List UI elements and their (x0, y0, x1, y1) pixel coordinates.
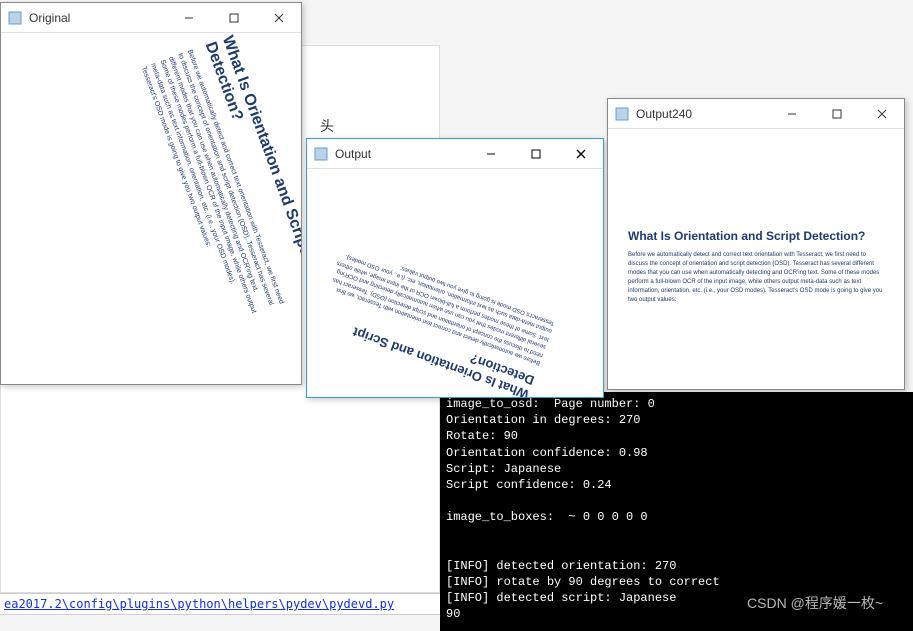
window-content-original: What Is Orientation and Script Detection… (1, 33, 301, 384)
window-content-output240: What Is Orientation and Script Detection… (608, 129, 904, 389)
titlebar-output[interactable]: Output (307, 139, 603, 169)
minimize-button[interactable] (166, 3, 211, 33)
close-button[interactable] (859, 99, 904, 129)
window-title: Output240 (636, 107, 769, 121)
maximize-button[interactable] (211, 3, 256, 33)
article-body: Before we automatically detect and corre… (628, 251, 884, 305)
window-title: Output (335, 147, 468, 161)
minimize-button[interactable] (468, 139, 513, 169)
article-heading: What Is Orientation and Script Detection… (628, 229, 884, 243)
window-icon (614, 106, 630, 122)
window-icon (7, 10, 23, 26)
titlebar-original[interactable]: Original (1, 3, 301, 33)
file-path-link[interactable]: ea2017.2\config\plugins\python\helpers\p… (0, 593, 440, 615)
window-content-output: What Is Orientation and Script Detection… (307, 169, 603, 397)
window-output240[interactable]: Output240 What Is Orientation and Script… (607, 98, 905, 390)
titlebar-output240[interactable]: Output240 (608, 99, 904, 129)
stray-glyph: 头 (320, 116, 334, 136)
window-output[interactable]: Output What Is Orientation and Script De… (306, 138, 604, 398)
window-original[interactable]: Original What Is Orientation and Script … (0, 2, 302, 385)
maximize-button[interactable] (814, 99, 859, 129)
minimize-button[interactable] (769, 99, 814, 129)
close-button[interactable] (256, 3, 301, 33)
maximize-button[interactable] (513, 139, 558, 169)
close-button[interactable] (558, 139, 603, 169)
window-icon (313, 146, 329, 162)
terminal-output[interactable]: image_to_osd: Page number: 0 Orientation… (440, 392, 913, 631)
window-title: Original (29, 11, 166, 25)
